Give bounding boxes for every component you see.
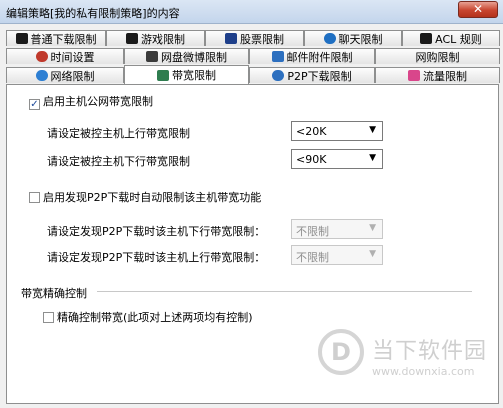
checkbox-box[interactable] [29,99,40,110]
tab-label: 网络限制 [50,69,95,83]
enable-p2p-checkbox[interactable]: 启用发现P2P下载时自动限制该主机带宽功能 [29,189,261,205]
tab-row-1: 普通下载限制 游戏限制 股票限制 聊天限制 ACL 规则 [6,30,500,46]
checkbox-label: 启用主机公网带宽限制 [43,95,153,108]
window-title: 编辑策略[我的私有限制策略]的内容 [6,7,180,20]
checkbox-box[interactable] [43,312,54,323]
checkbox-label: 精确控制带宽(此项对上述两项均有控制) [57,311,253,324]
dropdown-arrow-icon: ▼ [369,153,376,163]
watermark-logo: D 当下软件园 www.downxia.com [318,325,486,395]
tab-online-shopping[interactable]: 网购限制 [375,48,500,64]
tab-p2p-download[interactable]: P2P下载限制 [249,67,375,83]
checkbox-box[interactable] [29,192,40,203]
tab-label: 股票限制 [240,32,284,46]
tab-traffic[interactable]: 流量限制 [375,67,500,83]
download-limit-select[interactable]: <90K ▼ [291,149,383,169]
mail-icon [271,51,284,62]
select-value: <20K [296,125,327,138]
tab-label: 普通下载限制 [30,32,97,46]
p2p-down-limit-select[interactable]: 不限制 ▼ [291,219,383,239]
globe-icon [35,70,48,81]
tab-acl[interactable]: ACL 规则 [402,30,500,46]
p2p-down-limit-label: 请设定发现P2P下载时该主机下行带宽限制： [47,225,266,238]
dropdown-arrow-icon: ▼ [369,223,376,233]
dropdown-arrow-icon: ▼ [369,249,376,259]
close-icon: ✕ [472,2,484,16]
group-divider [97,291,472,292]
tab-label: 邮件附件限制 [286,50,353,64]
p2p-up-limit-select[interactable]: 不限制 ▼ [291,245,383,265]
upload-limit-label: 请设定被控主机上行带宽限制 [47,127,190,140]
p2p-icon [272,70,285,81]
clock-icon [35,51,48,62]
tab-normal-download[interactable]: 普通下载限制 [6,30,106,46]
bandwidth-icon [157,69,169,81]
tab-stock[interactable]: 股票限制 [205,30,304,46]
tab-label: 游戏限制 [141,32,185,46]
tab-label: 时间设置 [50,50,95,64]
tab-row-2: 时间设置 网盘微博限制 邮件附件限制 网购限制 [6,48,500,64]
checkbox-label: 启用发现P2P下载时自动限制该主机带宽功能 [43,191,262,204]
tab-label: 网购限制 [415,50,460,64]
acl-icon [420,33,433,44]
p2p-up-limit-label: 请设定发现P2P下载时该主机上行带宽限制： [47,251,266,264]
select-value: 不限制 [296,251,329,264]
tab-netdisk-weibo[interactable]: 网盘微博限制 [124,48,249,64]
bandwidth-panel: 启用主机公网带宽限制 请设定被控主机上行带宽限制 <20K ▼ 请设定被控主机下… [6,84,499,404]
tab-label: 网盘微博限制 [161,50,227,64]
download-limit-label: 请设定被控主机下行带宽限制 [47,155,190,168]
watermark-icon: D [318,329,364,375]
game-icon [126,33,138,44]
select-value: 不限制 [296,225,329,238]
tab-label: ACL 规则 [435,32,482,46]
tab-chat[interactable]: 聊天限制 [304,30,402,46]
tab-time-settings[interactable]: 时间设置 [6,48,124,64]
watermark-url: www.downxia.com [372,365,475,378]
precise-group-label: 带宽精确控制 [21,287,87,300]
tab-network[interactable]: 网络限制 [6,67,124,83]
chat-icon [323,33,336,44]
enable-bandwidth-checkbox[interactable]: 启用主机公网带宽限制 [29,93,153,110]
tab-game[interactable]: 游戏限制 [106,30,205,46]
tab-label: 聊天限制 [338,32,383,46]
upload-limit-select[interactable]: <20K ▼ [291,121,383,141]
tab-mail-attachment[interactable]: 邮件附件限制 [249,48,375,64]
tab-row-3: 网络限制 带宽限制 P2P下载限制 流量限制 [6,65,500,84]
title-bar: 编辑策略[我的私有限制策略]的内容 ✕ [0,0,503,24]
tab-label: P2P下载限制 [287,69,352,83]
close-button[interactable]: ✕ [458,1,498,18]
cloud-icon [146,51,158,62]
tab-bandwidth[interactable]: 带宽限制 [124,65,249,84]
download-icon [15,33,28,44]
tab-label: 流量限制 [423,69,467,83]
tab-label: 带宽限制 [172,69,216,82]
dropdown-arrow-icon: ▼ [369,125,376,135]
traffic-icon [408,70,420,81]
stock-icon [225,33,237,44]
precise-control-checkbox[interactable]: 精确控制带宽(此项对上述两项均有控制) [43,309,253,325]
select-value: <90K [296,153,327,166]
watermark-text: 当下软件园 [372,339,488,364]
